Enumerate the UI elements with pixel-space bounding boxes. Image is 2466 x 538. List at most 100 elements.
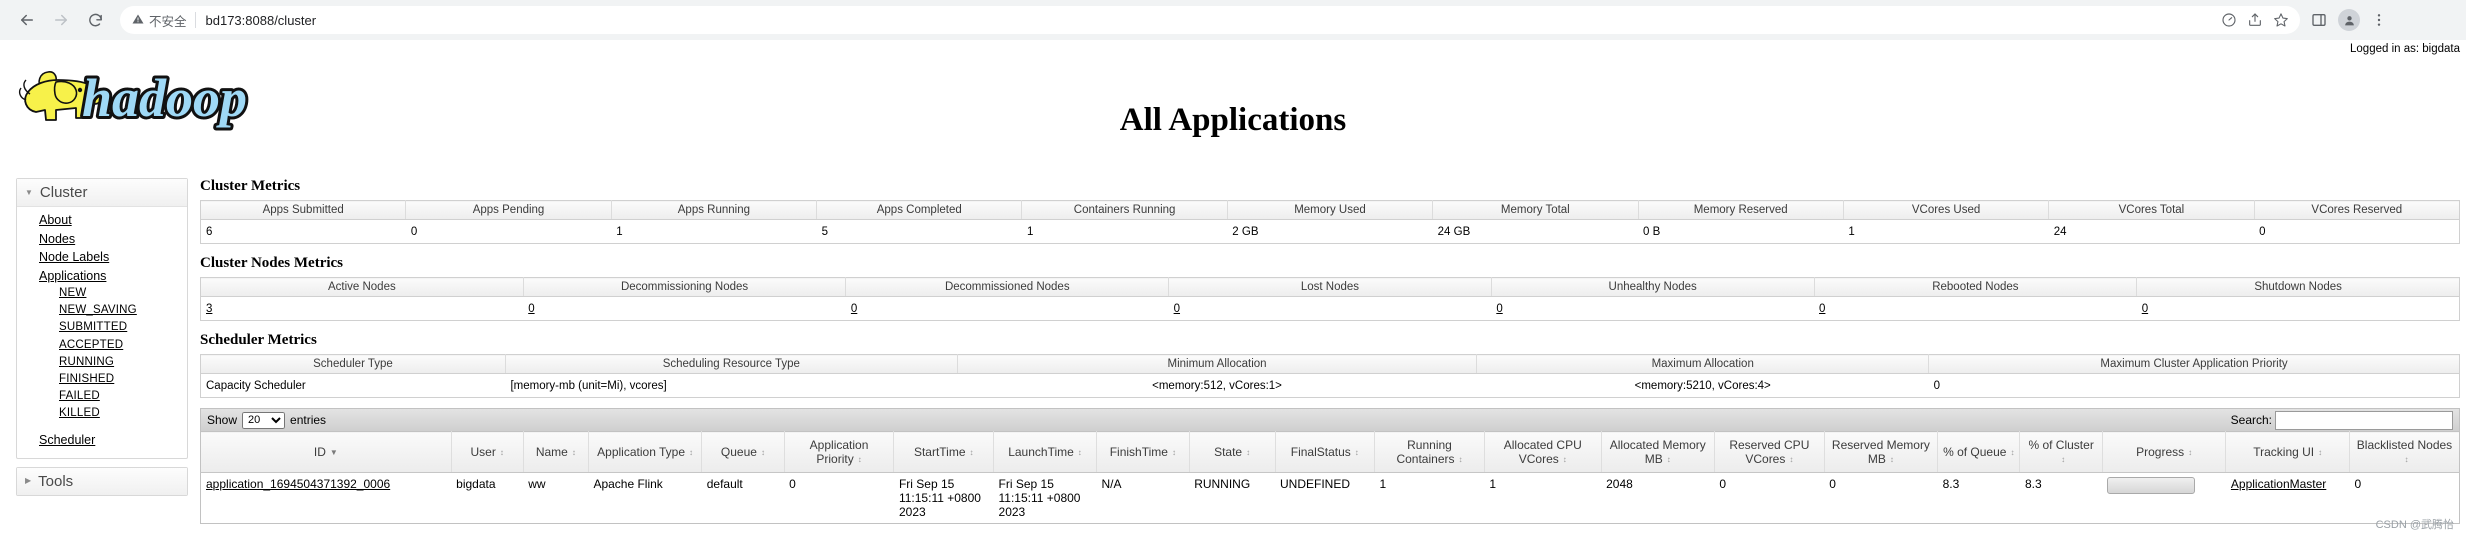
th-active-nodes[interactable]: Active Nodes xyxy=(200,277,524,297)
bookmark-star-icon[interactable] xyxy=(2268,7,2294,33)
th-memory-reserved[interactable]: Memory Reserved xyxy=(1638,200,1844,220)
th-tracking-ui[interactable]: Tracking UI ↕ xyxy=(2225,431,2350,473)
sidebar-cluster-label: Cluster xyxy=(39,184,88,201)
td-memory-reserved: 0 B xyxy=(1643,225,1661,238)
table-row: application_1694504371392_0006 bigdata w… xyxy=(201,473,2460,524)
th-running-containers[interactable]: Running Containers ↕ xyxy=(1374,431,1485,473)
th-apps-pending[interactable]: Apps Pending xyxy=(405,200,612,220)
th-memory-total[interactable]: Memory Total xyxy=(1432,200,1639,220)
tracking-ui-link[interactable]: ApplicationMaster xyxy=(2231,477,2326,491)
th-state[interactable]: State ↕ xyxy=(1189,431,1276,473)
url-text: bd173:8088/cluster xyxy=(205,12,317,28)
th-reserved-cpu-vcores[interactable]: Reserved CPU VCores ↕ xyxy=(1714,431,1825,473)
sort-icon: ↕ xyxy=(1789,454,1794,464)
sidebar-appstate-finished[interactable]: FINISHED xyxy=(17,371,187,388)
th-maximum-allocation[interactable]: Maximum Allocation xyxy=(1476,354,1930,374)
th-apps-submitted[interactable]: Apps Submitted xyxy=(200,200,407,220)
application-id-link[interactable]: application_1694504371392_0006 xyxy=(206,477,390,491)
sidebar-tools-header[interactable]: ▶ Tools xyxy=(17,467,187,495)
link-decommissioned-nodes[interactable]: 0 xyxy=(851,303,857,315)
th-vcores-total[interactable]: VCores Total xyxy=(2048,200,2255,220)
th-scheduler-type[interactable]: Scheduler Type xyxy=(200,354,506,374)
sidebar-appstate-new[interactable]: NEW xyxy=(17,285,187,302)
sidebar-appstate-killed[interactable]: KILLED xyxy=(17,405,187,422)
th-vcores-used[interactable]: VCores Used xyxy=(1843,200,2050,220)
cell-id: application_1694504371392_0006 xyxy=(201,473,452,524)
sidebar-item-scheduler[interactable]: Scheduler xyxy=(17,431,187,450)
th-queue[interactable]: Queue ↕ xyxy=(701,431,785,473)
performance-icon[interactable] xyxy=(2216,7,2242,33)
th-launch-time[interactable]: LaunchTime ↕ xyxy=(993,431,1097,473)
th-pct-of-cluster[interactable]: % of Cluster↕ xyxy=(2019,431,2103,473)
link-decommissioning-nodes[interactable]: 0 xyxy=(528,303,534,315)
link-rebooted-nodes[interactable]: 0 xyxy=(1819,303,1825,315)
th-rebooted-nodes[interactable]: Rebooted Nodes xyxy=(1814,277,2138,297)
th-blacklisted-nodes[interactable]: Blacklisted Nodes↕ xyxy=(2349,431,2460,473)
td-decommissioned-nodes: 0 xyxy=(846,297,1169,321)
sidebar-item-nodes[interactable]: Nodes xyxy=(17,230,187,249)
sidebar-item-about[interactable]: About xyxy=(17,211,187,230)
sort-icon: ↕ xyxy=(1171,447,1176,457)
more-menu-icon[interactable] xyxy=(2364,5,2394,35)
side-panel-icon[interactable] xyxy=(2304,5,2334,35)
th-lost-nodes[interactable]: Lost Nodes xyxy=(1168,277,1492,297)
th-apps-completed[interactable]: Apps Completed xyxy=(816,200,1023,220)
th-scheduling-resource-type[interactable]: Scheduling Resource Type xyxy=(505,354,958,374)
address-bar[interactable]: 不安全 bd173:8088/cluster xyxy=(120,6,2300,34)
sidebar-appstate-failed[interactable]: FAILED xyxy=(17,388,187,405)
search-input[interactable] xyxy=(2275,410,2453,430)
sidebar-appstate-submitted[interactable]: SUBMITTED xyxy=(17,319,187,336)
th-containers-running[interactable]: Containers Running xyxy=(1021,200,1228,220)
back-button[interactable] xyxy=(10,3,44,37)
th-minimum-allocation[interactable]: Minimum Allocation xyxy=(957,354,1478,374)
forward-button[interactable] xyxy=(44,3,78,37)
th-finish-time[interactable]: FinishTime ↕ xyxy=(1096,431,1190,473)
sidebar-panel-tools: ▶ Tools xyxy=(16,466,188,496)
share-icon[interactable] xyxy=(2242,7,2268,33)
td-lost-nodes: 0 xyxy=(1169,297,1492,321)
applications-datatable: Show 20 40 60 80 100 entries Search: xyxy=(200,408,2460,524)
th-progress[interactable]: Progress ↕ xyxy=(2102,431,2227,473)
th-decommissioned-nodes[interactable]: Decommissioned Nodes xyxy=(845,277,1170,297)
sidebar-item-node-labels[interactable]: Node Labels xyxy=(17,248,187,267)
th-apps-running[interactable]: Apps Running xyxy=(611,200,818,220)
th-allocated-cpu-vcores[interactable]: Allocated CPU VCores ↕ xyxy=(1484,431,1602,473)
th-allocated-memory-mb[interactable]: Allocated Memory MB ↕ xyxy=(1601,431,1715,473)
th-id[interactable]: ID ▼ xyxy=(200,431,452,473)
td-vcores-used: 1 xyxy=(1848,225,1855,238)
profile-avatar-icon[interactable] xyxy=(2334,5,2364,35)
arrow-right-icon xyxy=(55,14,67,26)
show-label: Show xyxy=(207,413,238,427)
page-length-select[interactable]: 20 40 60 80 100 xyxy=(242,411,286,429)
sort-icon: ↕ xyxy=(2318,447,2323,457)
th-max-cluster-app-priority[interactable]: Maximum Cluster Application Priority xyxy=(1928,354,2460,374)
th-unhealthy-nodes[interactable]: Unhealthy Nodes xyxy=(1491,277,1815,297)
reload-button[interactable] xyxy=(78,3,112,37)
link-lost-nodes[interactable]: 0 xyxy=(1174,303,1180,315)
th-memory-used[interactable]: Memory Used xyxy=(1227,200,1434,220)
th-vcores-reserved[interactable]: VCores Reserved xyxy=(2254,200,2460,220)
th-user[interactable]: User ↕ xyxy=(451,431,524,473)
th-shutdown-nodes[interactable]: Shutdown Nodes xyxy=(2136,277,2460,297)
sidebar-appstate-new-saving[interactable]: NEW_SAVING xyxy=(17,302,187,319)
th-name[interactable]: Name ↕ xyxy=(523,431,589,473)
th-application-type[interactable]: Application Type ↕ xyxy=(588,431,703,473)
th-reserved-memory-mb[interactable]: Reserved Memory MB ↕ xyxy=(1824,431,1939,473)
th-start-time[interactable]: StartTime ↕ xyxy=(893,431,995,473)
sidebar-item-applications[interactable]: Applications xyxy=(17,267,187,286)
sidebar-appstate-running[interactable]: RUNNING xyxy=(17,354,187,371)
sidebar-panel-cluster: ▼ Cluster About Nodes Node Labels Applic… xyxy=(16,178,188,459)
th-application-priority[interactable]: Application Priority ↕ xyxy=(784,431,895,473)
link-unhealthy-nodes[interactable]: 0 xyxy=(1496,303,1502,315)
sort-icon: ↕ xyxy=(1666,454,1671,464)
td-maximum-allocation: <memory:5210, vCores:4> xyxy=(1634,379,1771,392)
sidebar-appstate-accepted[interactable]: ACCEPTED xyxy=(17,337,187,354)
sidebar-cluster-header[interactable]: ▼ Cluster xyxy=(17,179,187,207)
th-final-status[interactable]: FinalStatus ↕ xyxy=(1275,431,1376,473)
sort-icon: ↕ xyxy=(1354,447,1359,457)
th-pct-of-queue[interactable]: % of Queue ↕ xyxy=(1937,431,2021,473)
link-shutdown-nodes[interactable]: 0 xyxy=(2142,303,2148,315)
th-decommissioning-nodes[interactable]: Decommissioning Nodes xyxy=(523,277,847,297)
cell-reserved-memory-mb: 0 xyxy=(1829,477,1836,491)
link-active-nodes[interactable]: 3 xyxy=(206,303,212,315)
